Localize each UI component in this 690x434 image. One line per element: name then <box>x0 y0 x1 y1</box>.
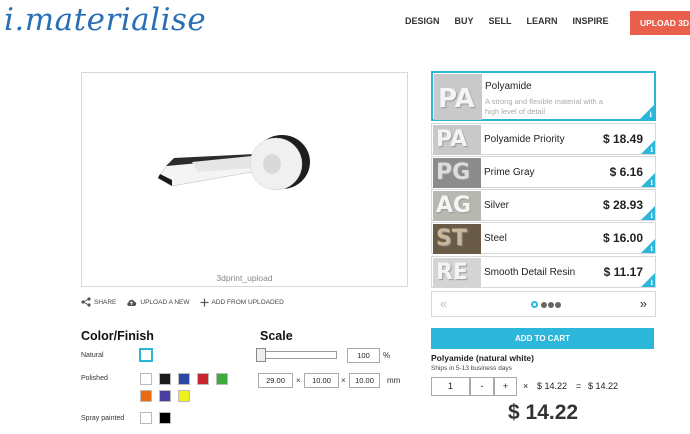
viewer-tools: SHARE UPLOAD A NEW ADD FROM UPLOADED <box>81 297 294 307</box>
materials-pager: « » <box>431 291 656 317</box>
swatch-polished[interactable] <box>140 373 152 385</box>
add-to-cart-button[interactable]: ADD TO CART <box>431 328 654 349</box>
material-thumbnail: PG <box>433 158 481 188</box>
viewer-caption: 3dprint_upload <box>216 273 273 283</box>
upload-icon <box>127 299 137 306</box>
selection-title: Polyamide (natural white) <box>431 353 534 363</box>
material-price: $ 6.16 <box>609 165 643 179</box>
material-name: Polyamide Priority <box>484 134 565 145</box>
material-thumbnail: RE <box>433 258 481 288</box>
scale-percent-input[interactable]: 100 <box>347 348 380 363</box>
material-price: $ 18.49 <box>602 132 643 146</box>
material-prime-gray[interactable]: PG Prime Gray $ 6.16 i <box>431 156 656 188</box>
logo[interactable]: i.materialise <box>4 2 206 38</box>
material-price: $ 11.17 <box>603 265 643 279</box>
prev-page-arrow[interactable]: « <box>440 296 447 311</box>
add-from-uploaded-label: ADD FROM UPLOADED <box>211 298 284 306</box>
order-total: $ 14.22 <box>508 401 579 424</box>
times-sign: × <box>341 376 346 385</box>
line-total: $ 14.22 <box>588 381 619 391</box>
swatch-spray-painted[interactable] <box>159 412 171 424</box>
times-sign: × <box>523 381 529 391</box>
unit-price: $ 14.22 <box>537 381 568 391</box>
material-name: Smooth Detail Resin <box>484 267 576 278</box>
material-description: A strong and flexible material with a hi… <box>485 97 603 116</box>
spray-painted-label: Spray painted <box>81 415 125 422</box>
share-icon <box>81 297 91 307</box>
dimension-y-input[interactable]: 10.00 <box>304 373 339 388</box>
swatch-polished[interactable] <box>178 390 190 402</box>
info-icon[interactable]: i <box>650 244 653 253</box>
material-thumbnail: ST <box>433 224 481 254</box>
natural-label: Natural <box>81 352 104 359</box>
material-silver[interactable]: AG Silver $ 28.93 i <box>431 189 656 221</box>
scale-slider-handle[interactable] <box>256 348 266 362</box>
dimension-x-input[interactable]: 29.00 <box>258 373 293 388</box>
swatch-polished[interactable] <box>216 373 228 385</box>
info-icon[interactable]: i <box>650 178 653 187</box>
share-label: SHARE <box>94 298 117 306</box>
polished-label: Polished <box>81 375 108 382</box>
page-dot-active[interactable] <box>531 301 538 308</box>
swatch-polished[interactable] <box>159 373 171 385</box>
dimension-z-input[interactable]: 10.00 <box>349 373 380 388</box>
page-dot[interactable] <box>555 302 561 308</box>
share-button[interactable]: SHARE <box>81 297 116 307</box>
material-polyamide-priority[interactable]: PA Polyamide Priority $ 18.49 i <box>431 123 656 155</box>
info-icon[interactable]: i <box>650 145 653 154</box>
scale-slider-track[interactable] <box>258 351 337 359</box>
model-viewer[interactable]: 3dprint_upload <box>81 72 408 287</box>
material-name: Silver <box>484 200 510 211</box>
header: i.materialise DESIGN BUY SELL LEARN INSP… <box>0 0 690 46</box>
swatch-natural[interactable] <box>139 348 153 362</box>
material-thumbnail: PA <box>433 125 481 155</box>
dimension-unit: mm <box>387 376 401 385</box>
material-steel[interactable]: ST Steel $ 16.00 i <box>431 222 656 254</box>
swatch-polished[interactable] <box>140 390 152 402</box>
shipping-info: Ships in 5-13 business days <box>431 365 512 372</box>
quantity-increase-button[interactable]: + <box>494 377 517 396</box>
info-icon[interactable]: i <box>650 278 653 287</box>
percent-unit: % <box>383 351 391 360</box>
times-sign: × <box>296 376 301 385</box>
nav-design[interactable]: DESIGN <box>405 16 440 26</box>
swatch-spray-painted[interactable] <box>140 412 152 424</box>
scale-title: Scale <box>260 329 293 343</box>
main-nav: DESIGN BUY SELL LEARN INSPIRE <box>405 16 624 26</box>
equals-sign: = <box>576 381 582 391</box>
info-icon[interactable]: i <box>650 211 653 220</box>
material-name: Prime Gray <box>484 167 535 178</box>
add-from-uploaded-button[interactable]: ADD FROM UPLOADED <box>200 298 284 307</box>
swatch-polished[interactable] <box>178 373 190 385</box>
swatch-polished[interactable] <box>197 373 209 385</box>
page-dot[interactable] <box>541 302 547 308</box>
upload-new-button[interactable]: UPLOAD A NEW <box>126 298 190 307</box>
nav-sell[interactable]: SELL <box>489 16 512 26</box>
material-name: Steel <box>484 233 507 244</box>
swatch-polished[interactable] <box>159 390 171 402</box>
model-preview <box>157 135 310 191</box>
quantity-input[interactable]: 1 <box>431 377 470 396</box>
upload-new-label: UPLOAD A NEW <box>140 298 190 306</box>
color-finish-title: Color/Finish <box>81 329 154 343</box>
page-dot[interactable] <box>548 302 554 308</box>
plus-icon <box>200 298 209 306</box>
nav-buy[interactable]: BUY <box>455 16 474 26</box>
info-icon[interactable]: i <box>649 110 652 119</box>
material-thumbnail: PA <box>434 74 482 120</box>
material-price: $ 16.00 <box>602 231 643 245</box>
material-price: $ 28.93 <box>602 198 643 212</box>
material-thumbnail: AG <box>433 191 481 221</box>
upload-3d-button[interactable]: UPLOAD 3D <box>630 11 690 35</box>
material-name: Polyamide <box>485 81 532 92</box>
nav-learn[interactable]: LEARN <box>527 16 558 26</box>
material-smooth-detail-resin[interactable]: RE Smooth Detail Resin $ 11.17 i <box>431 256 656 288</box>
quantity-decrease-button[interactable]: - <box>470 377 494 396</box>
next-page-arrow[interactable]: » <box>640 296 647 311</box>
nav-inspire[interactable]: INSPIRE <box>573 16 609 26</box>
material-polyamide[interactable]: PA Polyamide A strong and flexible mater… <box>431 71 656 121</box>
